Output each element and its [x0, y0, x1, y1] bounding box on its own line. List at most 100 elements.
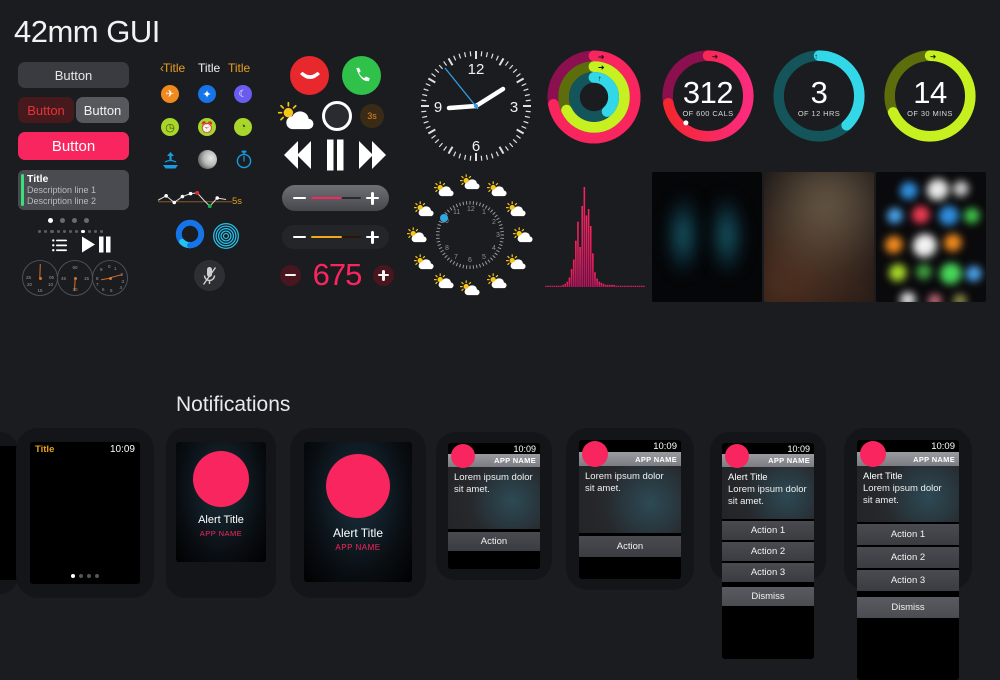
app-icon-blob	[953, 181, 969, 198]
page-dot-small[interactable]	[87, 230, 91, 234]
action-button-1[interactable]: Action 1	[857, 524, 959, 545]
page-dot-small[interactable]	[62, 230, 66, 234]
mic-muted-button[interactable]	[194, 260, 225, 291]
brightness-increase-icon[interactable]	[366, 230, 379, 244]
notification-alert-large[interactable]: Alert Title APP NAME	[290, 428, 426, 598]
histogram-bar	[589, 225, 592, 287]
action-button[interactable]: Action	[448, 532, 540, 551]
bluetooth-icon[interactable]: ✦	[198, 85, 216, 103]
timer-outline-icon[interactable]	[235, 150, 253, 169]
page-dot[interactable]	[84, 218, 89, 223]
play-pause-icon[interactable]	[82, 236, 112, 253]
status-time: 10:09	[109, 444, 135, 455]
button-wide[interactable]: Button	[18, 62, 129, 88]
weather-hour-icon	[413, 200, 435, 223]
page-dot-small[interactable]	[81, 230, 85, 234]
volume-decrease-icon[interactable]	[293, 196, 306, 200]
histogram-bar	[572, 259, 575, 287]
move-card: ➜ 312 OF 600 CALS	[660, 48, 756, 144]
camera-shutter-button[interactable]	[322, 101, 352, 131]
histogram-bar	[602, 283, 605, 287]
nav-action-link[interactable]: Title	[228, 61, 250, 75]
page-dot[interactable]	[72, 218, 77, 223]
increment-button[interactable]	[372, 264, 394, 286]
app-blob	[725, 444, 749, 468]
page-indicator-small[interactable]	[38, 230, 110, 234]
clock-center-cap	[474, 104, 478, 108]
list-icon[interactable]	[52, 239, 68, 252]
page-dot-small[interactable]	[44, 230, 48, 234]
action-button-2[interactable]: Action 2	[722, 542, 814, 561]
notification-alert-small[interactable]: Alert Title APP NAME	[166, 428, 276, 598]
airplane-mode-icon[interactable]: ✈	[161, 85, 179, 103]
status-time: 10:09	[513, 444, 536, 454]
notification-long-look-three-actions-large[interactable]: 10:09 APP NAME Alert Title Lorem ipsum d…	[844, 428, 972, 680]
brightness-slider[interactable]	[282, 225, 389, 249]
histogram-bar	[547, 285, 549, 287]
action-button[interactable]: Action	[579, 536, 681, 557]
action-button-3[interactable]: Action 3	[857, 570, 959, 591]
action-button-1[interactable]: Action 1	[722, 521, 814, 540]
moon-phase-icon[interactable]	[198, 150, 217, 169]
photo-thumbnail-butterfly[interactable]	[652, 172, 762, 302]
stopwatch-icon[interactable]: ◷	[161, 118, 179, 136]
timer-icon[interactable]: ◔	[234, 118, 252, 136]
histogram-bar	[577, 221, 579, 287]
page-dot-small[interactable]	[93, 230, 97, 234]
page-dot-small[interactable]	[75, 230, 79, 234]
page-indicator-large[interactable]	[48, 218, 98, 223]
blue-progress-ring	[175, 219, 205, 249]
histogram-bar	[594, 272, 596, 287]
clock-numeral-9: 9	[434, 99, 442, 116]
notification-short-look-empty[interactable]: Title 10:09	[16, 428, 154, 598]
page-dot-small[interactable]	[38, 230, 42, 234]
button-primary[interactable]: Button	[18, 132, 129, 160]
decrement-button[interactable]	[280, 264, 301, 286]
exercise-card: ➜ 14 OF 30 MINS	[882, 48, 978, 144]
answer-call-button[interactable]	[342, 56, 381, 95]
action-button-3[interactable]: Action 3	[722, 563, 814, 582]
page-dot-small[interactable]	[68, 230, 73, 234]
button-danger[interactable]: Button	[18, 97, 74, 123]
end-call-button[interactable]	[290, 56, 329, 95]
brightness-decrease-icon[interactable]	[293, 235, 306, 239]
alert-title: Alert Title	[198, 514, 244, 526]
app-blob	[451, 444, 475, 468]
svg-text:12: 12	[467, 206, 475, 213]
page-dot-small[interactable]	[50, 230, 54, 234]
histogram-bar	[606, 284, 609, 287]
heart-rate-histogram	[545, 187, 645, 287]
page-dot[interactable]	[60, 218, 65, 223]
brightness-track[interactable]	[311, 235, 361, 239]
media-transport-controls[interactable]	[280, 138, 390, 172]
action-button-2[interactable]: Action 2	[857, 547, 959, 568]
histogram-bar	[560, 285, 562, 287]
photo-thumbnail-blur[interactable]	[764, 172, 874, 302]
do-not-disturb-icon[interactable]: ☾	[234, 85, 252, 103]
numeric-stepper[interactable]: 675	[280, 257, 394, 292]
volume-slider[interactable]	[282, 185, 389, 211]
histogram-bar	[598, 281, 601, 287]
notification-long-look-three-actions-small[interactable]: 10:09 APP NAME Alert Title Lorem ipsum d…	[710, 432, 826, 659]
alarm-icon[interactable]: ⏰	[198, 118, 216, 136]
dismiss-button[interactable]: Dismiss	[857, 597, 959, 618]
page-dot-small[interactable]	[56, 230, 60, 234]
page-dot-small[interactable]	[99, 230, 104, 234]
page-dot[interactable]	[48, 218, 53, 223]
volume-track[interactable]	[311, 196, 361, 200]
description-card[interactable]: Title Description line 1 Description lin…	[18, 170, 129, 210]
notification-long-look-one-action-small[interactable]: 10:09 APP NAME Lorem ipsum dolor sit ame…	[436, 432, 552, 580]
card-line-2: Description line 2	[27, 196, 97, 206]
camera-timer-badge[interactable]: 3s	[360, 104, 384, 128]
histogram-bar	[585, 215, 588, 287]
volume-increase-icon[interactable]	[366, 191, 379, 205]
nav-back-button[interactable]: ‹Title	[160, 61, 185, 75]
status-time: 10:09	[653, 441, 677, 452]
move-ring-icon: ➜	[598, 52, 605, 61]
button-plain[interactable]: Button	[76, 97, 129, 123]
page-dots[interactable]	[30, 574, 140, 578]
photo-thumbnail-app-grid[interactable]	[876, 172, 986, 302]
airplay-icon[interactable]	[161, 150, 180, 170]
dismiss-button[interactable]: Dismiss	[722, 587, 814, 606]
notification-long-look-one-action-large[interactable]: 10:09 APP NAME Lorem ipsum dolor sit ame…	[566, 428, 694, 590]
